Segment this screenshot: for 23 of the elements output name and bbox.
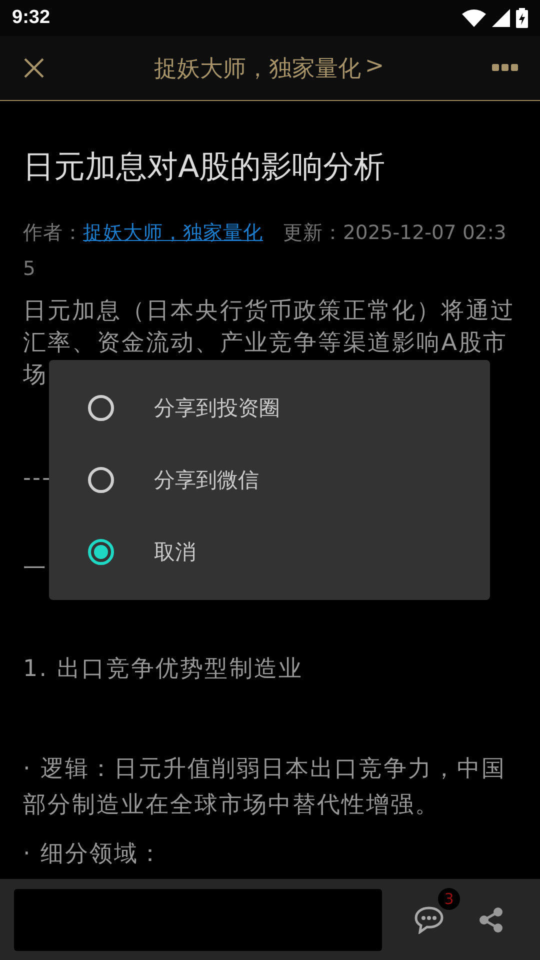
comment-count-badge: 3	[438, 888, 460, 910]
wifi-icon	[462, 9, 486, 27]
radio-button[interactable]	[88, 395, 114, 421]
share-option[interactable]: 取消	[49, 516, 490, 588]
body-text-line: 汇率、资金流动、产业竞争等渠道影响A股市	[23, 329, 508, 358]
comment-input[interactable]	[14, 888, 382, 950]
body-text-line: 日元加息（日本央行货币政策正常化）将通过	[23, 297, 515, 326]
radio-button[interactable]	[88, 467, 114, 493]
section-heading: 1. 出口竞争优势型制造业	[23, 655, 304, 684]
signal-icon	[492, 9, 510, 27]
status-time: 9:32	[12, 7, 50, 29]
author-link[interactable]: 捉妖大师，独家量化	[83, 221, 263, 244]
body-text-line: 场	[23, 361, 48, 390]
rule-text: ---	[23, 465, 52, 493]
section-heading: 一	[23, 555, 48, 584]
radio-button[interactable]	[88, 539, 114, 565]
battery-charging-icon	[516, 8, 528, 28]
bullet-paragraph: · 逻辑：日元升值削弱日本出口竞争力，中国部分制造业在全球市场中替代性增强。	[23, 755, 508, 820]
share-option[interactable]: 分享到微信	[49, 444, 490, 516]
share-option[interactable]: 分享到投资圈	[49, 372, 490, 444]
bullet-paragraph: · 细分领域：	[23, 840, 164, 869]
article-title: 日元加息对A股的影响分析	[23, 148, 386, 187]
article-meta: 作者：捉妖大师，独家量化 更新：2025-12-07 02:35	[23, 220, 508, 282]
